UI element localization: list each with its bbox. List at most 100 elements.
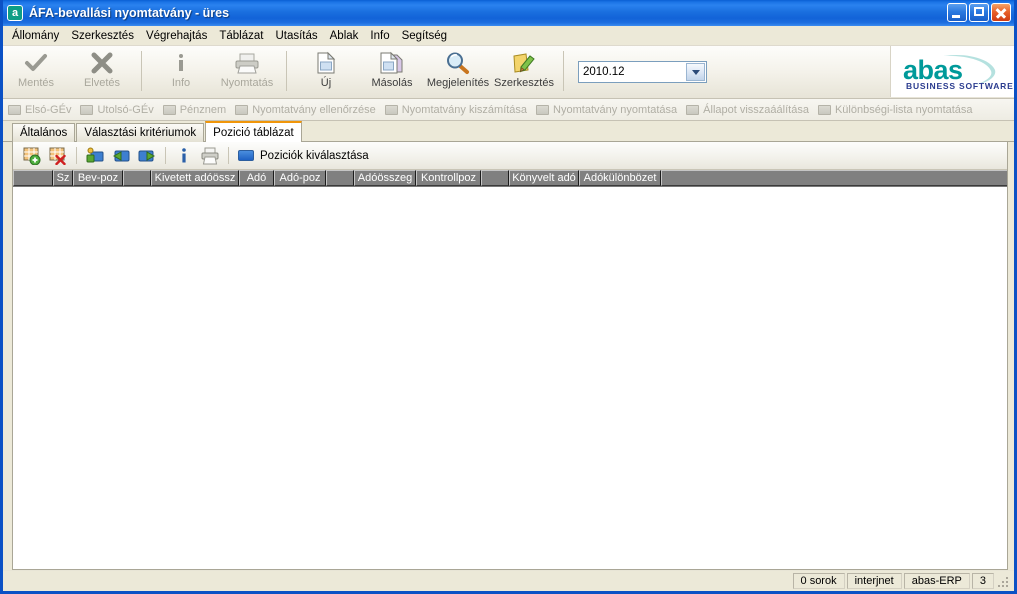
app-icon: a xyxy=(7,5,23,21)
table-header-row: Sz Bev-poz Kivetett adóössz Adó Adó-poz … xyxy=(13,170,1007,187)
table-column-header-konyvelt-ado[interactable]: Könyvelt adó xyxy=(509,170,579,186)
select-positions-button[interactable]: Poziciók kiválasztása xyxy=(238,150,369,162)
action-button-nyomtatvany-kiszamitasa[interactable]: Nyomtatvány kiszámítása xyxy=(384,103,528,116)
menu-item-segitseg[interactable]: Segítség xyxy=(396,29,453,43)
tab-label: Választási kritériumok xyxy=(84,127,197,139)
toolbar-button-new[interactable]: Új xyxy=(293,46,359,98)
application-window: a ÁFA-bevallási nyomtatvány - üres Állom… xyxy=(0,0,1017,594)
menu-item-utasitas[interactable]: Utasítás xyxy=(269,29,323,43)
minimize-button[interactable] xyxy=(947,3,967,22)
action-button-label: Nyomtatvány kiszámítása xyxy=(401,103,528,116)
arrow-left-icon[interactable] xyxy=(108,145,134,167)
action-button-utolso-gev[interactable]: Utolsó-GÉv xyxy=(80,103,154,116)
action-button-kulonbsegi-lista-nyomtatasa[interactable]: Különbségi-lista nyomtatása xyxy=(817,103,973,116)
cross-x-icon xyxy=(85,50,119,76)
action-button-nyomtatvany-ellenorzese[interactable]: Nyomtatvány ellenőrzése xyxy=(235,104,376,116)
printer-icon[interactable] xyxy=(197,145,223,167)
toolbar-button-edit[interactable]: Szerkesztés xyxy=(491,46,557,98)
abas-logo: abas BUSINESS SOFTWARE xyxy=(890,46,1014,97)
period-select-value: 2010.12 xyxy=(583,66,625,78)
toolbar-button-copy[interactable]: Másolás xyxy=(359,46,425,98)
table-column-header-bev-poz[interactable]: Bev-poz xyxy=(73,170,123,186)
info-i-icon xyxy=(164,50,198,76)
table-column-header-blank-4[interactable] xyxy=(481,170,509,186)
menu-item-ablak[interactable]: Ablak xyxy=(324,29,365,43)
tab-label: Pozició táblázat xyxy=(213,127,294,139)
content-panel: Poziciók kiválasztása Sz Bev-poz Kivetet… xyxy=(12,142,1008,570)
menu-item-allomany[interactable]: Állomány xyxy=(6,29,65,43)
toolbar-button-save-label: Mentés xyxy=(17,77,55,89)
action-button-allapot-visszaallitasa[interactable]: Állapot visszaáálítása xyxy=(686,104,809,116)
table-column-header-filler xyxy=(661,170,1007,186)
table-column-header-adoosszeg[interactable]: Adóösszeg xyxy=(354,170,416,186)
toolbar-button-discard[interactable]: Elvetés xyxy=(69,46,135,98)
action-button-nyomtatvany-nyomtatasa[interactable]: Nyomtatvány nyomtatása xyxy=(536,104,677,116)
title-bar: a ÁFA-bevallási nyomtatvány - üres xyxy=(3,0,1014,26)
toolbar-separator xyxy=(141,51,142,91)
menu-item-szerkesztes[interactable]: Szerkesztés xyxy=(65,29,140,43)
table-column-header-blank-3[interactable] xyxy=(326,170,354,186)
button-box-icon xyxy=(8,104,21,115)
action-button-label: Nyomtatvány nyomtatása xyxy=(553,103,678,116)
menu-item-info[interactable]: Info xyxy=(364,29,395,43)
toolbar-separator xyxy=(286,51,287,91)
button-box-icon xyxy=(162,104,176,115)
table-column-header-adokulonbozet[interactable]: Adókülönbözet xyxy=(579,170,661,186)
action-button-label: Állapot visszaáálítása xyxy=(703,103,809,116)
tab-pozicio-tablazat[interactable]: Pozició táblázat xyxy=(205,121,302,142)
delete-row-icon[interactable] xyxy=(45,145,71,167)
maximize-icon xyxy=(974,7,984,16)
button-box-icon xyxy=(235,104,249,115)
toolbar-button-print-label: Nyomtatás xyxy=(220,77,274,89)
toolbar-button-info-label: Info xyxy=(171,77,191,89)
table-column-header-ado[interactable]: Adó xyxy=(239,170,274,186)
status-row-count: 0 sorok xyxy=(792,573,845,589)
action-button-label: Különbségi-lista nyomtatása xyxy=(834,103,973,116)
table-body[interactable] xyxy=(13,187,1007,569)
edit-pencil-icon xyxy=(507,50,541,76)
new-window-icon[interactable] xyxy=(82,145,108,167)
table-column-header-ado-poz[interactable]: Adó-poz xyxy=(274,170,326,186)
checkmark-icon xyxy=(19,50,53,76)
toolbar-button-info[interactable]: Info xyxy=(148,46,214,98)
new-document-icon xyxy=(309,50,343,76)
action-button-bar: Elsó-GÉv Utolsó-GÉv Pénznem Nyomtatvány … xyxy=(3,99,1014,121)
magnifier-icon xyxy=(441,50,475,76)
printer-icon xyxy=(230,50,264,76)
arrow-right-icon[interactable] xyxy=(134,145,160,167)
table-toolbar-separator xyxy=(228,147,229,164)
table-column-header-blank-2[interactable] xyxy=(123,170,151,186)
tab-altalanos[interactable]: Általános xyxy=(12,123,76,142)
insert-row-icon[interactable] xyxy=(19,145,45,167)
chevron-down-icon[interactable] xyxy=(686,63,705,81)
toolbar-button-print[interactable]: Nyomtatás xyxy=(214,46,280,98)
table-column-header-sz[interactable]: Sz xyxy=(53,170,73,186)
maximize-button[interactable] xyxy=(969,3,989,22)
window-controls xyxy=(947,3,1011,22)
action-button-label: Utolsó-GÉv xyxy=(97,103,154,116)
action-button-penznem[interactable]: Pénznem xyxy=(162,104,226,116)
close-button[interactable] xyxy=(991,3,1011,22)
tab-valasztasi-kriteriumok[interactable]: Választási kritériumok xyxy=(76,123,205,142)
menu-item-tablazat[interactable]: Táblázat xyxy=(213,29,269,43)
button-box-icon xyxy=(80,104,94,115)
table-toolbar-separator xyxy=(165,147,166,164)
toolbar-button-new-label: Új xyxy=(320,77,332,89)
table-column-header-kivetett-adoossz[interactable]: Kivetett adóössz xyxy=(151,170,239,186)
table-column-header-kontrollpoz[interactable]: Kontrollpoz xyxy=(416,170,481,186)
info-i-icon[interactable] xyxy=(171,145,197,167)
toolbar-button-display[interactable]: Megjelenítés xyxy=(425,46,491,98)
period-select[interactable]: 2010.12 xyxy=(578,61,707,83)
window-title: ÁFA-bevallási nyomtatvány - üres xyxy=(29,6,230,20)
table-column-header-blank-1[interactable] xyxy=(13,170,53,186)
toolbar-button-save[interactable]: Mentés xyxy=(3,46,69,98)
copy-icon xyxy=(375,50,409,76)
blue-button-icon xyxy=(238,150,254,161)
button-box-icon xyxy=(686,104,700,115)
tab-label: Általános xyxy=(20,127,68,139)
menu-item-vegrehajtas[interactable]: Végrehajtás xyxy=(140,29,213,43)
table-toolbar: Poziciók kiválasztása xyxy=(13,142,1007,170)
action-button-elso-gev[interactable]: Elsó-GÉv xyxy=(8,104,71,116)
main-toolbar: Mentés Elvetés Info Nyomtatás Új Másolás… xyxy=(3,46,1014,99)
resize-grip-icon[interactable] xyxy=(997,574,1011,588)
